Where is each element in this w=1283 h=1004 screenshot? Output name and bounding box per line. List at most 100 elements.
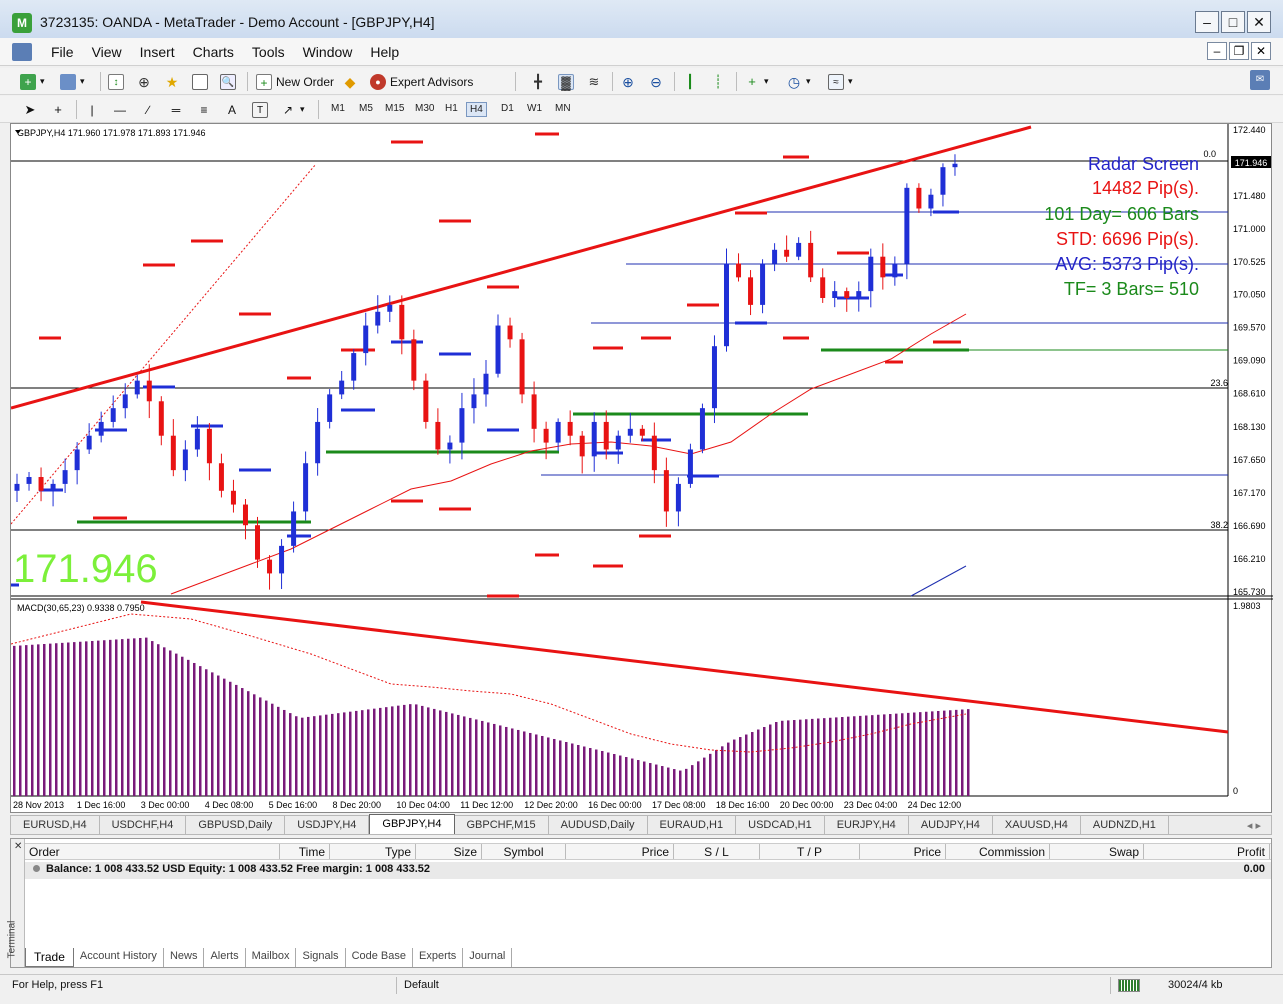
arrows-tool[interactable]: ↗ ▾: [280, 101, 305, 118]
line-chart-button[interactable]: ≋: [586, 73, 602, 90]
chart-tab[interactable]: AUDJPY,H4: [909, 816, 993, 834]
new-order-button[interactable]: + New Order: [256, 73, 334, 90]
chart-tab[interactable]: USDJPY,H4: [285, 816, 370, 834]
close-button[interactable]: ✕: [1247, 11, 1271, 33]
horizontal-line-tool[interactable]: —: [112, 101, 128, 118]
templates-button[interactable]: ≈ ▾: [828, 73, 853, 90]
cursor-icon: ➤: [24, 101, 36, 117]
chart-tab[interactable]: EURUSD,H4: [11, 816, 100, 834]
terminal-tab[interactable]: News: [164, 948, 205, 967]
column-header[interactable]: Profit: [1144, 844, 1270, 859]
chart-tab[interactable]: AUDUSD,Daily: [549, 816, 648, 834]
periods-button[interactable]: ◷ ▾: [786, 73, 811, 90]
column-header[interactable]: Order: [25, 844, 280, 859]
terminal-close-icon[interactable]: ✕: [14, 841, 22, 852]
vertical-line-tool[interactable]: |: [84, 101, 100, 118]
tf-m5[interactable]: M5: [356, 102, 376, 115]
menu-file[interactable]: File: [42, 44, 83, 60]
menu-tools[interactable]: Tools: [243, 44, 294, 60]
tf-d1[interactable]: D1: [498, 102, 517, 115]
column-header[interactable]: S / L: [674, 844, 760, 859]
messages-button[interactable]: ✉: [1250, 69, 1270, 90]
chart-window-icon[interactable]: [12, 43, 32, 61]
chart-tab[interactable]: USDCHF,H4: [100, 816, 187, 834]
chart-shift-button[interactable]: ┊: [710, 73, 726, 90]
chart-tab[interactable]: GBPUSD,Daily: [186, 816, 286, 834]
menu-help[interactable]: Help: [361, 44, 408, 60]
column-header[interactable]: Size: [416, 844, 482, 859]
terminal-button[interactable]: [192, 73, 208, 90]
chart-window[interactable]: 0.0 23.6 38.2 171.946 172.440 171.480 17…: [10, 123, 1273, 814]
maximize-button[interactable]: □: [1221, 11, 1245, 33]
autotrading-warning[interactable]: ◆: [342, 73, 358, 90]
chart-tab[interactable]: AUDNZD,H1: [1081, 816, 1169, 834]
cursor-tool[interactable]: ➤: [22, 101, 38, 118]
terminal-tab[interactable]: Journal: [463, 948, 513, 967]
new-chart-icon: +: [20, 73, 36, 90]
minimize-button[interactable]: –: [1195, 11, 1219, 33]
column-header[interactable]: Symbol: [482, 844, 566, 859]
tf-w1[interactable]: W1: [524, 102, 545, 115]
text-tool[interactable]: A: [224, 101, 240, 118]
chart-tab[interactable]: GBPCHF,M15: [455, 816, 549, 834]
tf-m1[interactable]: M1: [328, 102, 348, 115]
menu-window[interactable]: Window: [294, 44, 362, 60]
terminal-tab[interactable]: Trade: [25, 948, 74, 967]
macd-bar: [277, 706, 280, 796]
balance-row[interactable]: Balance: 1 008 433.52 USD Equity: 1 008 …: [25, 862, 1271, 879]
chart-tab[interactable]: XAUUSD,H4: [993, 816, 1081, 834]
chart-tab[interactable]: USDCAD,H1: [736, 816, 825, 834]
mdi-minimize-button[interactable]: –: [1207, 42, 1227, 60]
column-header[interactable]: Type: [330, 844, 416, 859]
macd-bar: [805, 719, 808, 796]
label-tool[interactable]: T: [252, 101, 268, 118]
strategy-tester-button[interactable]: 🔍: [220, 73, 236, 90]
market-watch-button[interactable]: ↕: [108, 73, 124, 90]
time-tick-label: 20 Dec 00:00: [780, 800, 834, 810]
mdi-close-button[interactable]: ✕: [1251, 42, 1271, 60]
autoscroll-button[interactable]: ┃: [682, 73, 698, 90]
column-header[interactable]: Commission: [946, 844, 1050, 859]
crosshair-tool[interactable]: +: [50, 101, 66, 118]
tab-scroll-arrows[interactable]: ◂ ▸: [1237, 816, 1271, 834]
tf-mn[interactable]: MN: [552, 102, 574, 115]
expert-advisors-button[interactable]: ● Expert Advisors: [370, 73, 473, 90]
indicators-button[interactable]: + ▾: [744, 73, 768, 90]
tf-m30[interactable]: M30: [412, 102, 437, 115]
price-chart[interactable]: 0.0 23.6 38.2 171.946 172.440171.480171.…: [11, 124, 1273, 814]
chart-tab[interactable]: EURJPY,H4: [825, 816, 909, 834]
menu-insert[interactable]: Insert: [131, 44, 184, 60]
terminal-tab[interactable]: Code Base: [346, 948, 413, 967]
navigator-button[interactable]: ★: [164, 73, 180, 90]
column-header[interactable]: Swap: [1050, 844, 1144, 859]
channel-tool[interactable]: ═: [168, 101, 184, 118]
chart-tab[interactable]: EURAUD,H1: [648, 816, 737, 834]
zoom-in-button[interactable]: ⊕: [620, 73, 636, 90]
menu-charts[interactable]: Charts: [184, 44, 243, 60]
column-header[interactable]: Price: [860, 844, 946, 859]
fibonacci-tool[interactable]: ≡: [196, 101, 212, 118]
candlestick-button[interactable]: ▓: [558, 73, 574, 90]
menu-view[interactable]: View: [83, 44, 131, 60]
tf-h1[interactable]: H1: [442, 102, 461, 115]
bar-chart-button[interactable]: ╋: [530, 73, 546, 90]
zoom-out-button[interactable]: ⊖: [648, 73, 664, 90]
tf-h4[interactable]: H4: [466, 102, 487, 117]
chart-tab[interactable]: GBPJPY,H4: [369, 814, 455, 834]
column-header[interactable]: T / P: [760, 844, 860, 859]
column-header[interactable]: Price: [566, 844, 674, 859]
column-header[interactable]: Time: [280, 844, 330, 859]
data-window-button[interactable]: ⊕: [136, 73, 152, 90]
terminal-tab[interactable]: Mailbox: [246, 948, 297, 967]
tf-m15[interactable]: M15: [382, 102, 407, 115]
trendline-tool[interactable]: ∕: [140, 101, 156, 118]
terminal-tab[interactable]: Account History: [74, 948, 164, 967]
mdi-restore-button[interactable]: ❐: [1229, 42, 1249, 60]
terminal-tab[interactable]: Alerts: [204, 948, 246, 967]
price-tick-label: 171.480: [1233, 191, 1266, 201]
profiles-button[interactable]: ▾: [60, 73, 85, 90]
fib-label-0: 0.0: [1203, 149, 1216, 159]
new-chart-button[interactable]: + ▾: [20, 73, 45, 90]
terminal-tab[interactable]: Signals: [296, 948, 346, 967]
terminal-tab[interactable]: Experts: [413, 948, 464, 967]
